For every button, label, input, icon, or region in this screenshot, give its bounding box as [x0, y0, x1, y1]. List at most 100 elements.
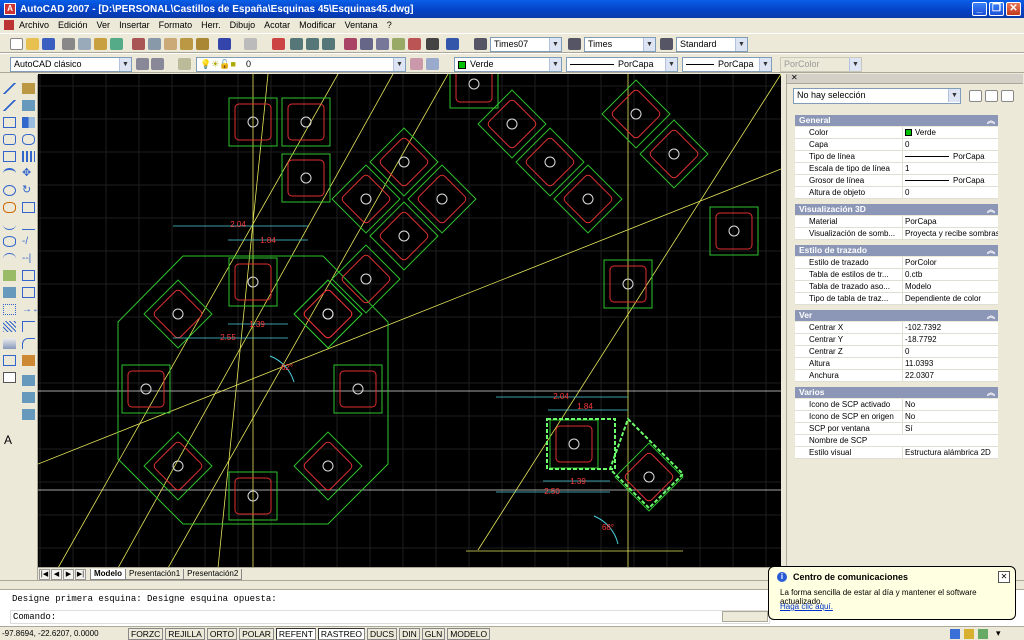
fillet-icon[interactable] [22, 338, 35, 349]
property-value[interactable]: Dependiente de color [902, 293, 998, 304]
property-row[interactable]: Icono de SCP en origen No [795, 411, 998, 423]
osnap-toggle[interactable]: REFENT [275, 627, 316, 640]
print-icon[interactable] [62, 38, 75, 50]
balloon-link[interactable]: Haga clic aquí. [780, 602, 833, 611]
undo-icon[interactable] [218, 38, 231, 50]
property-section-header[interactable]: Visualización 3D ︽ [795, 204, 998, 215]
menu-modificar[interactable]: Modificar [299, 20, 336, 30]
stone-block[interactable] [601, 79, 671, 149]
lwt-toggle[interactable]: GLN [421, 627, 446, 640]
ellipse-arc-icon[interactable] [3, 253, 16, 264]
stone-block[interactable] [449, 74, 499, 109]
make-block-icon[interactable] [3, 287, 16, 298]
region-icon[interactable] [3, 355, 16, 366]
property-section-header[interactable]: Varios ︽ [795, 387, 998, 398]
sheet-set-icon[interactable] [392, 38, 405, 50]
paste-icon[interactable] [164, 38, 177, 50]
zoom-previous-icon[interactable] [322, 38, 335, 50]
chevron-down-icon[interactable]: ▼ [735, 38, 747, 51]
stone-block[interactable] [639, 119, 709, 189]
next-tab-button[interactable]: ▶ [63, 568, 74, 580]
hatch-icon[interactable] [3, 321, 16, 332]
property-value[interactable]: 1 [902, 163, 998, 174]
property-row[interactable]: Centrar Z 0 [795, 346, 998, 358]
mirror-icon[interactable] [22, 117, 35, 128]
help-icon[interactable] [446, 38, 459, 50]
menu-herr[interactable]: Herr. [201, 20, 221, 30]
property-row[interactable]: Color Verde [795, 127, 998, 139]
redo-icon[interactable] [244, 38, 257, 50]
property-row[interactable]: Altura de objeto 0 [795, 187, 998, 199]
lineweight-select[interactable]: PorCapa ▼ [682, 57, 772, 72]
selection-select[interactable]: No hay selección ▼ [793, 88, 961, 104]
zoom-window-icon[interactable] [306, 38, 319, 50]
snap-toggle[interactable]: FORZC [128, 627, 164, 640]
first-tab-button[interactable]: |◀ [39, 568, 50, 580]
cut-icon[interactable] [132, 38, 145, 50]
circle-icon[interactable] [3, 185, 16, 196]
menu-insertar[interactable]: Insertar [119, 20, 150, 30]
stone-block[interactable] [281, 153, 331, 203]
calculator-icon[interactable] [426, 38, 439, 50]
point-icon[interactable] [3, 304, 16, 315]
polygon-icon[interactable] [3, 134, 16, 145]
trim-icon[interactable]: -/ [22, 236, 35, 247]
dyn-toggle[interactable]: DIN [399, 627, 420, 640]
property-value[interactable]: 11.0393 [902, 358, 998, 369]
new-file-icon[interactable] [10, 38, 23, 50]
make-object-layer-current-icon[interactable] [410, 58, 423, 70]
polyline-icon[interactable] [3, 117, 16, 128]
design-center-icon[interactable] [360, 38, 373, 50]
chevron-down-icon[interactable]: ▼ [393, 58, 405, 71]
quick-select-icon[interactable] [1001, 90, 1014, 102]
construction-line[interactable] [57, 74, 339, 568]
table-style-icon[interactable] [660, 38, 673, 50]
construction-line[interactable] [167, 74, 449, 568]
drawing-svg[interactable]: 2.04 1.84 1.39 2.55 62° 2.04 1.84 1.39 2… [38, 74, 781, 568]
stone-block[interactable] [553, 164, 623, 234]
property-row[interactable]: Tipo de tabla de traz... Dependiente de c… [795, 293, 998, 305]
document-icon[interactable] [4, 20, 14, 30]
arc-icon[interactable] [3, 168, 16, 179]
comm-center-icon[interactable] [950, 629, 960, 639]
spline-icon[interactable] [3, 219, 16, 230]
balloon-close-button[interactable]: ✕ [998, 571, 1010, 583]
tool-palettes-icon[interactable] [376, 38, 389, 50]
print-preview-icon[interactable] [78, 38, 91, 50]
line-icon[interactable] [3, 83, 16, 94]
rectangle-icon[interactable] [3, 151, 16, 162]
properties-icon[interactable] [344, 38, 357, 50]
chevron-down-icon[interactable]: ▼ [665, 58, 677, 71]
chevron-down-icon[interactable]: ▼ [549, 58, 561, 71]
table-style-select[interactable]: Standard ▼ [676, 37, 748, 52]
stone-block[interactable] [515, 127, 585, 197]
toggle-pickadd-icon[interactable] [969, 90, 982, 102]
workspace-select[interactable]: AutoCAD clásico ▼ [10, 57, 132, 72]
stone-block[interactable] [549, 419, 599, 469]
chevron-down-icon[interactable]: ▼ [759, 58, 771, 71]
bring-to-front-icon[interactable] [22, 392, 35, 403]
property-section-header[interactable]: Estilo de trazado ︽ [795, 245, 998, 256]
tab-presentacion2[interactable]: Presentación2 [183, 568, 243, 580]
stone-block[interactable] [281, 97, 331, 147]
ellipse-icon[interactable] [3, 236, 16, 247]
save-icon[interactable] [42, 38, 55, 50]
chamfer-icon[interactable] [22, 321, 35, 332]
last-tab-button[interactable]: ▶| [75, 568, 86, 580]
property-value[interactable]: 0 [902, 187, 998, 198]
scale-icon[interactable] [22, 202, 35, 213]
restore-button[interactable]: ❐ [989, 2, 1004, 16]
construction-line-icon[interactable] [3, 100, 16, 111]
property-value[interactable]: 0 [902, 139, 998, 150]
property-row[interactable]: Icono de SCP activado No [795, 399, 998, 411]
stone-block[interactable] [369, 127, 439, 197]
join-icon[interactable]: →← [22, 304, 42, 315]
markup-icon[interactable] [408, 38, 421, 50]
ducs-toggle[interactable]: DUCS [367, 627, 398, 640]
property-value[interactable]: PorCapa [902, 216, 998, 227]
ortho-toggle[interactable]: ORTO [206, 627, 238, 640]
property-section-header[interactable]: General ︽ [795, 115, 998, 126]
layer-previous-icon[interactable] [426, 58, 439, 70]
array-icon[interactable] [22, 151, 35, 162]
send-to-back-icon[interactable] [22, 409, 35, 420]
